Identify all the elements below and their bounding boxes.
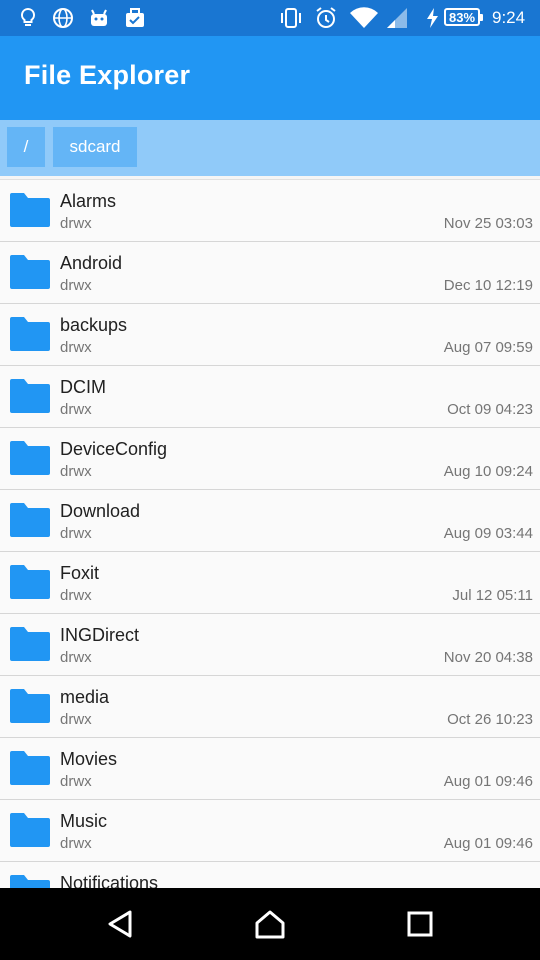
back-icon[interactable] bbox=[100, 904, 140, 944]
file-name: DCIM bbox=[60, 377, 106, 397]
list-item[interactable]: media drwx Oct 26 10:23 bbox=[0, 676, 540, 738]
vibrate-icon bbox=[278, 0, 304, 36]
folder-icon bbox=[10, 502, 50, 538]
file-date: Aug 07 09:59 bbox=[443, 339, 533, 356]
list-item[interactable]: Android drwx Dec 10 12:19 bbox=[0, 242, 540, 304]
folder-icon-shape bbox=[10, 751, 50, 785]
folder-icon-shape bbox=[10, 875, 50, 889]
home-icon[interactable] bbox=[250, 904, 290, 944]
list-item[interactable]: Foxit drwx Jul 12 05:11 bbox=[0, 552, 540, 614]
file-date: Aug 09 03:44 bbox=[443, 525, 533, 542]
file-permissions: drwx bbox=[60, 711, 92, 728]
breadcrumb: / sdcard bbox=[0, 120, 540, 176]
app-bar: File Explorer bbox=[0, 36, 540, 120]
file-name: Alarms bbox=[60, 191, 117, 211]
file-list[interactable]: Alarms drwx Nov 25 03:03 Android drwx Dec 10 … bbox=[0, 179, 540, 889]
folder-icon-shape bbox=[10, 813, 50, 847]
breadcrumb-root[interactable]: / bbox=[7, 127, 45, 167]
file-name: DeviceConfig bbox=[60, 439, 168, 459]
list-item[interactable]: Notifications bbox=[0, 862, 540, 889]
folder-icon-shape bbox=[10, 627, 50, 661]
folder-icon-shape bbox=[10, 193, 50, 227]
file-name: media bbox=[60, 687, 110, 707]
folder-icon bbox=[10, 378, 50, 414]
file-date: Aug 10 09:24 bbox=[443, 463, 533, 480]
android-icon bbox=[86, 0, 112, 36]
page-title: File Explorer bbox=[24, 60, 191, 90]
folder-icon bbox=[10, 440, 50, 476]
folder-icon bbox=[10, 254, 50, 290]
list-item[interactable]: INGDirect drwx Nov 20 04:38 bbox=[0, 614, 540, 676]
folder-icon-shape bbox=[10, 689, 50, 723]
folder-icon bbox=[10, 192, 50, 228]
battery-indicator: 83% bbox=[444, 8, 483, 26]
list-item[interactable]: DeviceConfig drwx Aug 10 09:24 bbox=[0, 428, 540, 490]
list-item[interactable]: Movies drwx Aug 01 09:46 bbox=[0, 738, 540, 800]
folder-icon bbox=[10, 812, 50, 848]
list-item[interactable]: Music drwx Aug 01 09:46 bbox=[0, 800, 540, 862]
list-item[interactable]: DCIM drwx Oct 09 04:23 bbox=[0, 366, 540, 428]
folder-icon bbox=[10, 564, 50, 600]
file-permissions: drwx bbox=[60, 339, 92, 356]
file-permissions: drwx bbox=[60, 215, 92, 232]
folder-icon-shape bbox=[10, 441, 50, 475]
file-name: Movies bbox=[60, 749, 118, 769]
wifi-icon bbox=[348, 0, 380, 36]
folder-icon-shape bbox=[10, 565, 50, 599]
file-permissions: drwx bbox=[60, 587, 92, 604]
folder-icon bbox=[10, 874, 50, 889]
clock: 9:24 bbox=[492, 8, 526, 27]
folder-icon-shape bbox=[10, 379, 50, 413]
file-date: Nov 25 03:03 bbox=[443, 215, 533, 232]
list-item[interactable]: backups drwx Aug 07 09:59 bbox=[0, 304, 540, 366]
file-name: INGDirect bbox=[60, 625, 140, 645]
file-name: backups bbox=[60, 315, 128, 335]
alarm-icon bbox=[313, 0, 339, 36]
folder-icon bbox=[10, 750, 50, 786]
charging-icon bbox=[422, 0, 442, 36]
status-bar: 83% 9:24 bbox=[0, 0, 540, 36]
file-permissions: drwx bbox=[60, 401, 92, 418]
file-name: Foxit bbox=[60, 563, 100, 583]
file-date: Aug 01 09:46 bbox=[443, 835, 533, 852]
file-permissions: drwx bbox=[60, 525, 92, 542]
file-name: Music bbox=[60, 811, 108, 831]
file-date: Jul 12 05:11 bbox=[452, 587, 533, 604]
folder-icon-shape bbox=[10, 255, 50, 289]
folder-icon bbox=[10, 688, 50, 724]
file-permissions: drwx bbox=[60, 463, 92, 480]
folder-icon-shape bbox=[10, 317, 50, 351]
lightbulb-icon bbox=[16, 0, 40, 36]
file-name: Download bbox=[60, 501, 141, 521]
globe-icon bbox=[50, 0, 76, 36]
file-date: Nov 20 04:38 bbox=[443, 649, 533, 666]
briefcase-check-icon bbox=[122, 0, 148, 36]
breadcrumb-sdcard[interactable]: sdcard bbox=[53, 127, 137, 167]
navigation-bar bbox=[0, 888, 540, 960]
list-item[interactable]: Download drwx Aug 09 03:44 bbox=[0, 490, 540, 552]
file-permissions: drwx bbox=[60, 773, 92, 790]
folder-icon-shape bbox=[10, 503, 50, 537]
file-name: Android bbox=[60, 253, 123, 273]
file-permissions: drwx bbox=[60, 277, 92, 294]
folder-icon bbox=[10, 626, 50, 662]
signal-icon bbox=[384, 0, 410, 36]
list-item[interactable]: Alarms drwx Nov 25 03:03 bbox=[0, 180, 540, 242]
file-name: Notifications bbox=[60, 873, 159, 889]
file-permissions: drwx bbox=[60, 649, 92, 666]
recents-icon[interactable] bbox=[400, 904, 440, 944]
file-permissions: drwx bbox=[60, 835, 92, 852]
file-date: Aug 01 09:46 bbox=[443, 773, 533, 790]
folder-icon bbox=[10, 316, 50, 352]
file-date: Oct 26 10:23 bbox=[447, 711, 533, 728]
file-date: Oct 09 04:23 bbox=[447, 401, 533, 418]
file-date: Dec 10 12:19 bbox=[443, 277, 533, 294]
